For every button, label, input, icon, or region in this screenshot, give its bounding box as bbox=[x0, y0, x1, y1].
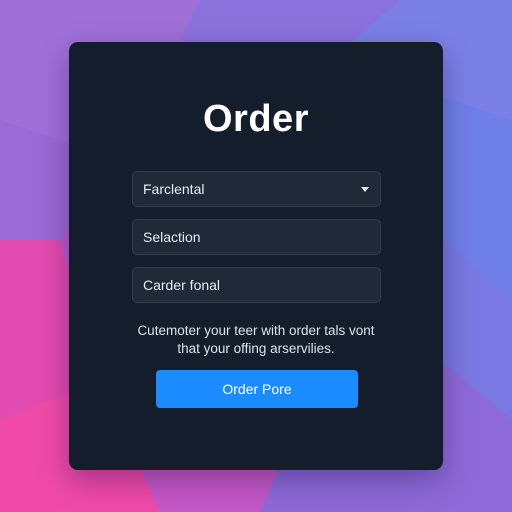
select-field[interactable]: Farclental bbox=[132, 171, 381, 207]
selection-field-value: Selaction bbox=[143, 229, 201, 245]
order-field-value: Carder fonal bbox=[143, 277, 221, 293]
order-field[interactable]: Carder fonal bbox=[132, 267, 381, 303]
chevron-down-icon[interactable] bbox=[361, 186, 369, 192]
selection-field[interactable]: Selaction bbox=[132, 219, 381, 255]
description-text: Cutemoter your teer with order tals vont… bbox=[120, 322, 392, 358]
description-line-1: Cutemoter your teer with order tals vont bbox=[137, 323, 375, 338]
order-submit-button[interactable]: Order Pore bbox=[156, 370, 358, 408]
select-field-value: Farclental bbox=[143, 181, 205, 197]
description-line-2: that your offing arservilies. bbox=[177, 341, 335, 356]
